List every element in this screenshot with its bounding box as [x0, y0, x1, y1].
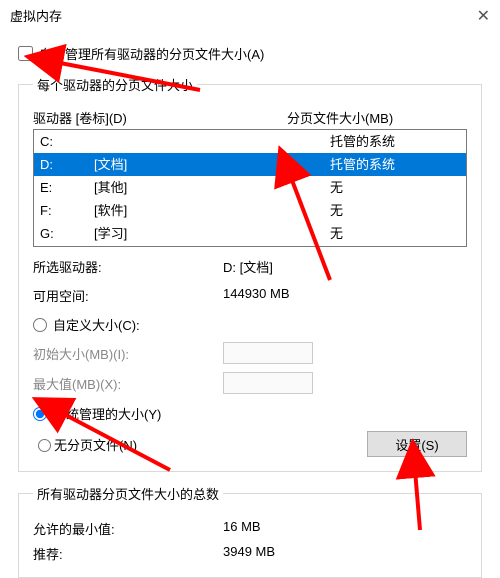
drive-size: 无: [330, 178, 460, 197]
drive-row[interactable]: C: 托管的系统: [34, 130, 466, 153]
drive-size: 托管的系统: [330, 132, 460, 151]
drive-list[interactable]: C:托管的系统D:[文档]托管的系统E:[其他]无F:[软件]无G:[学习]无: [33, 129, 467, 247]
drive-letter: G:: [40, 224, 94, 243]
totals-legend: 所有驱动器分页文件大小的总数: [33, 484, 223, 503]
recommended-row: 推荐: 3949 MB: [33, 544, 467, 563]
drive-size: 无: [330, 201, 460, 220]
available-space-value: 144930 MB: [223, 286, 467, 305]
selected-drive-value: D: [文档]: [223, 257, 467, 276]
drive-letter: E:: [40, 178, 94, 197]
min-allowed-row: 允许的最小值: 16 MB: [33, 519, 467, 538]
auto-manage-row: 自动管理所有驱动器的分页文件大小(A): [18, 44, 482, 63]
auto-manage-checkbox[interactable]: [18, 46, 33, 61]
per-drive-group: 每个驱动器的分页文件大小 驱动器 [卷标](D) 分页文件大小(MB) C: 托管…: [18, 75, 482, 472]
min-allowed-label: 允许的最小值:: [33, 519, 223, 538]
initial-size-label: 初始大小(MB)(I):: [33, 344, 223, 363]
max-size-row: 最大值(MB)(X):: [33, 372, 467, 394]
window-title: 虚拟内存: [10, 6, 477, 25]
no-paging-row: 无分页文件(N) 设置(S): [33, 431, 467, 457]
drive-letter: C:: [40, 132, 94, 151]
max-size-input[interactable]: [223, 372, 313, 394]
initial-size-input[interactable]: [223, 342, 313, 364]
max-size-label: 最大值(MB)(X):: [33, 374, 223, 393]
custom-size-label: 自定义大小(C):: [53, 315, 140, 334]
drive-letter: F:: [40, 201, 94, 220]
drive-label: [94, 132, 330, 151]
initial-size-row: 初始大小(MB)(I):: [33, 342, 467, 364]
drive-label: [学习]: [94, 224, 330, 243]
available-space-label: 可用空间:: [33, 286, 223, 305]
drive-label: [其他]: [94, 178, 330, 197]
auto-manage-label: 自动管理所有驱动器的分页文件大小(A): [39, 44, 264, 63]
no-paging-radio[interactable]: [38, 439, 51, 452]
drive-row[interactable]: G:[学习]无: [34, 222, 466, 245]
dialog-content: 自动管理所有驱动器的分页文件大小(A) 每个驱动器的分页文件大小 驱动器 [卷标…: [0, 32, 500, 578]
drive-list-header: 驱动器 [卷标](D) 分页文件大小(MB): [33, 108, 467, 127]
drive-label: [文档]: [94, 155, 330, 174]
drive-size: 托管的系统: [330, 155, 460, 174]
selected-drive-label: 所选驱动器:: [33, 257, 223, 276]
drive-label: [软件]: [94, 201, 330, 220]
per-drive-legend: 每个驱动器的分页文件大小: [33, 75, 197, 94]
custom-size-row: 自定义大小(C):: [33, 315, 467, 334]
recommended-label: 推荐:: [33, 544, 223, 563]
header-drive: 驱动器 [卷标](D): [33, 108, 287, 127]
drive-letter: D:: [40, 155, 94, 174]
close-icon[interactable]: ✕: [477, 6, 490, 26]
drive-row[interactable]: F:[软件]无: [34, 199, 466, 222]
system-managed-label: 系统管理的大小(Y): [53, 404, 161, 423]
drive-size: 无: [330, 224, 460, 243]
available-space-row: 可用空间: 144930 MB: [33, 286, 467, 305]
selected-drive-row: 所选驱动器: D: [文档]: [33, 257, 467, 276]
min-allowed-value: 16 MB: [223, 519, 467, 538]
drive-row[interactable]: D:[文档]托管的系统: [34, 153, 466, 176]
title-bar: 虚拟内存 ✕: [0, 0, 500, 32]
system-managed-radio[interactable]: [33, 407, 47, 421]
no-paging-label: 无分页文件(N): [54, 435, 137, 454]
header-size: 分页文件大小(MB): [287, 108, 467, 127]
drive-row[interactable]: E:[其他]无: [34, 176, 466, 199]
recommended-value: 3949 MB: [223, 544, 467, 563]
system-managed-row: 系统管理的大小(Y): [33, 404, 467, 423]
custom-size-radio[interactable]: [33, 318, 47, 332]
set-button[interactable]: 设置(S): [367, 431, 467, 457]
totals-group: 所有驱动器分页文件大小的总数 允许的最小值: 16 MB 推荐: 3949 MB: [18, 484, 482, 578]
